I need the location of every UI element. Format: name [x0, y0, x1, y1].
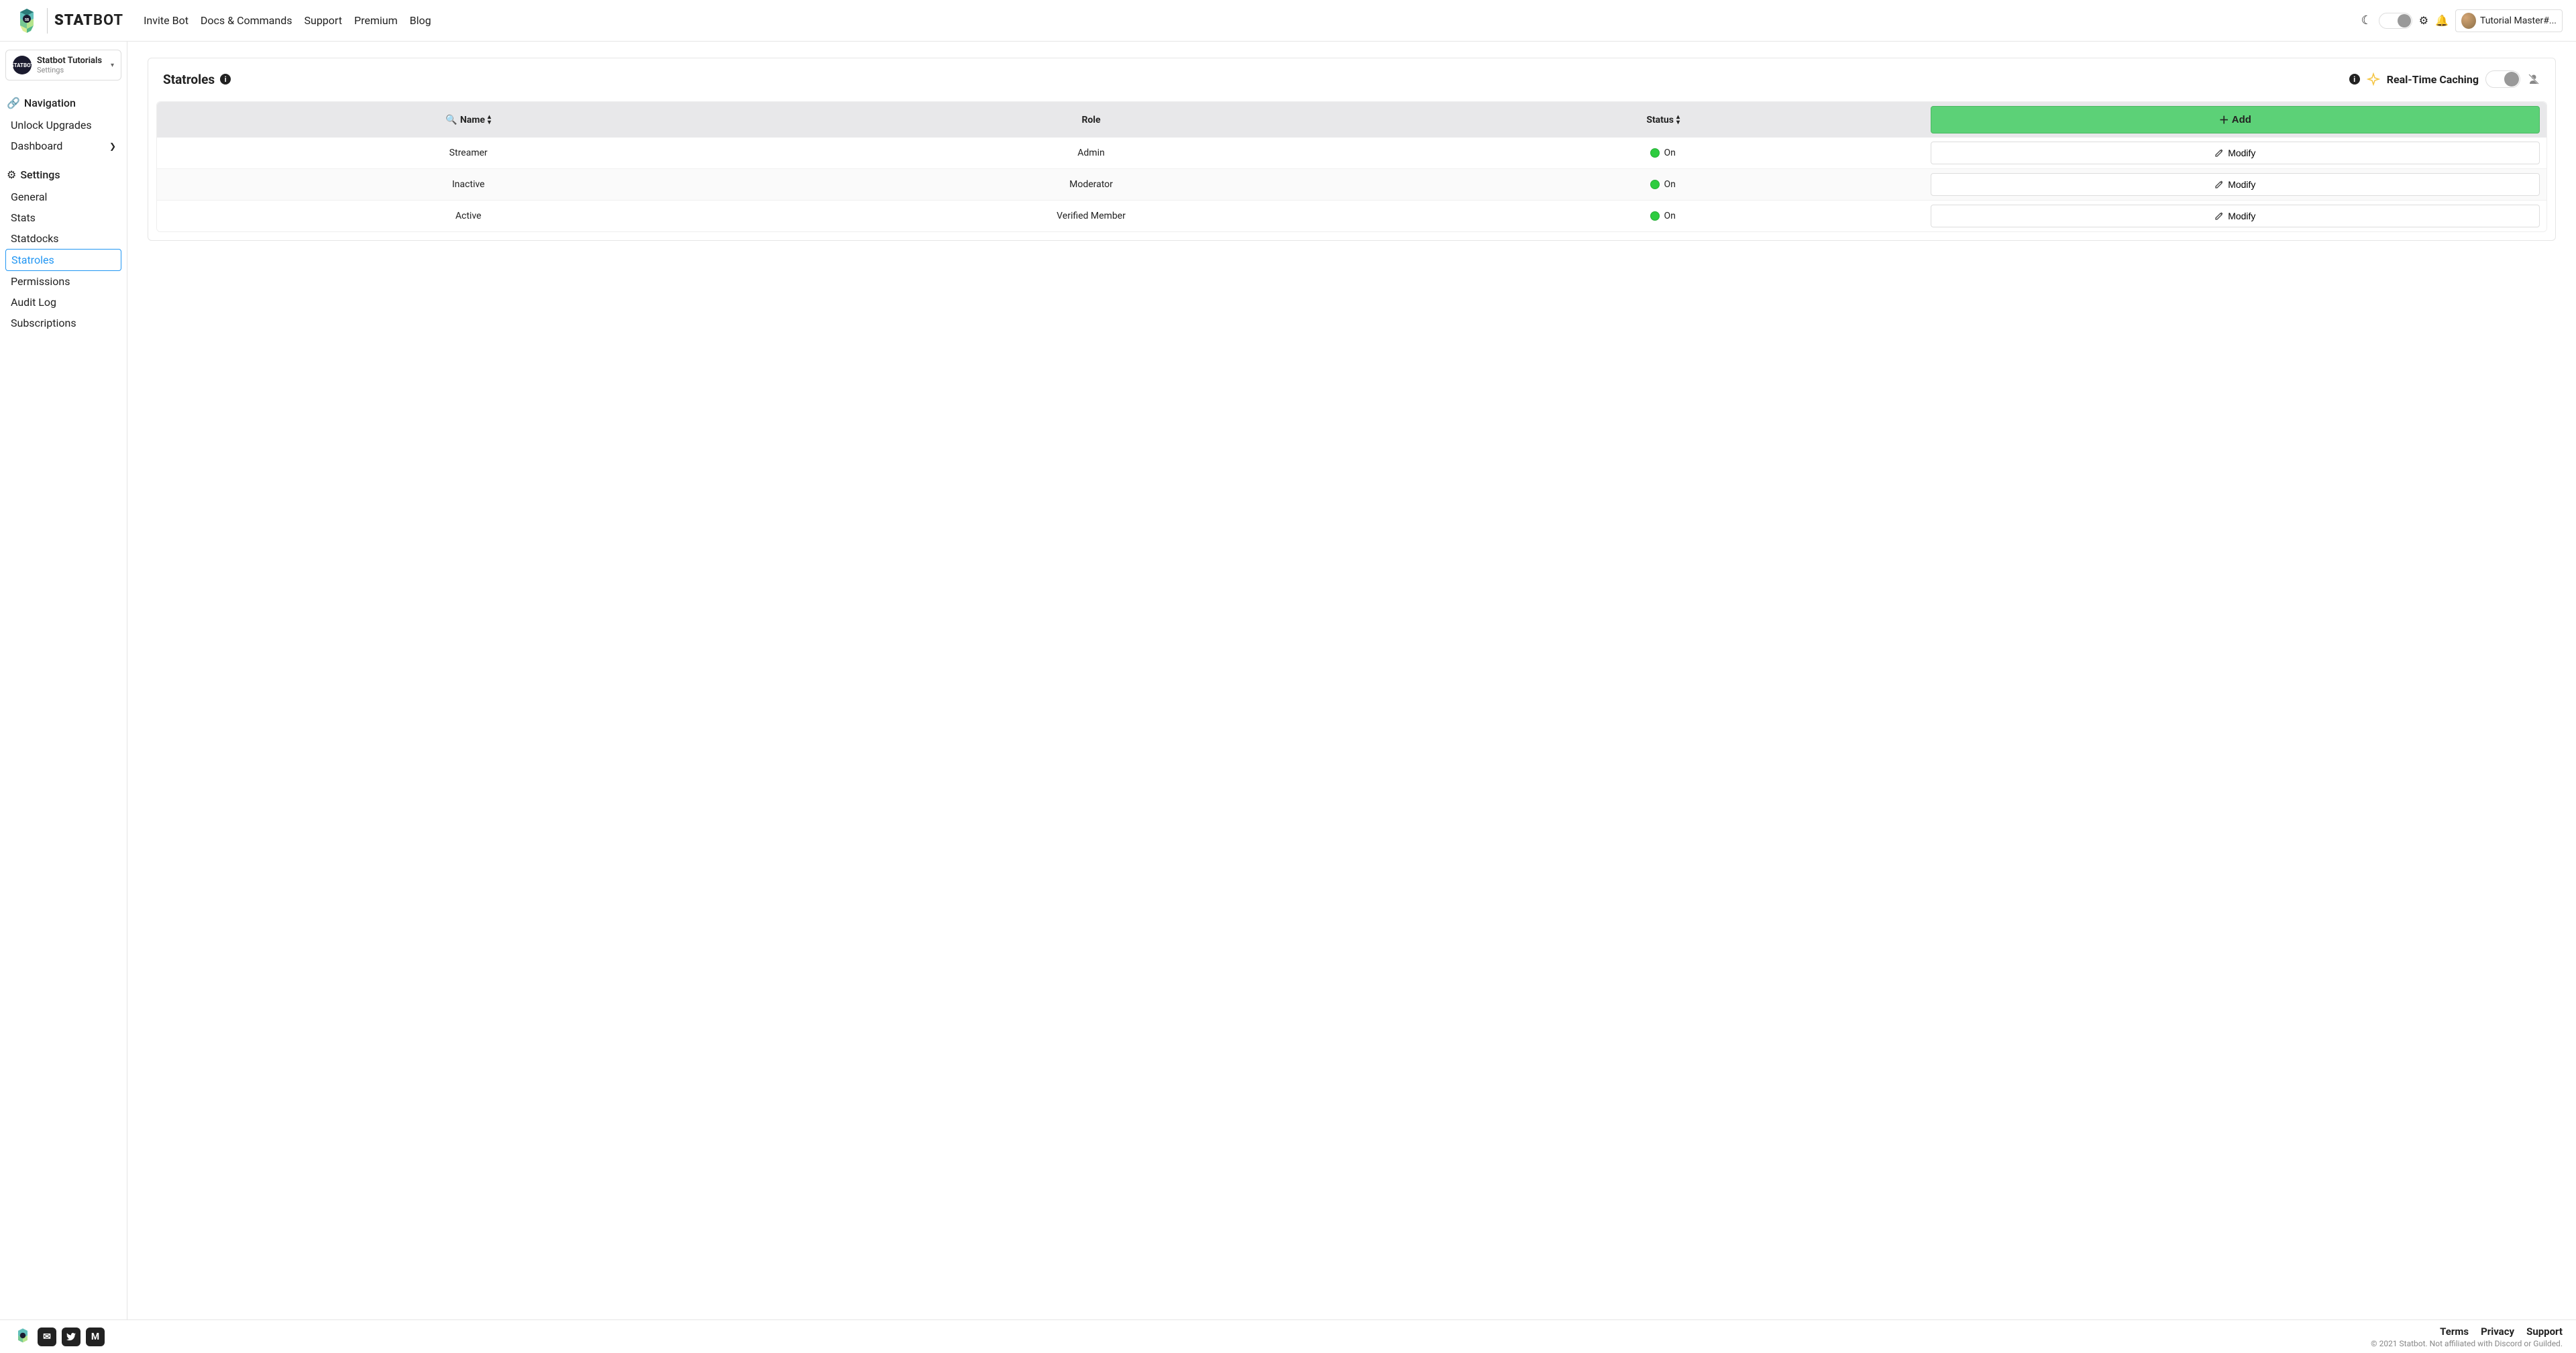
main-content: Statroles i i Real-Time Caching	[127, 42, 2576, 1319]
cell-status: On	[1403, 201, 1924, 231]
col-header-action: ＋ Add	[1924, 102, 2546, 138]
sidebar-item-statdocks[interactable]: Statdocks	[5, 228, 121, 249]
edit-icon	[2214, 180, 2224, 189]
sidebar-item-stats[interactable]: Stats	[5, 207, 121, 228]
caching-toggle[interactable]	[2485, 70, 2520, 88]
status-dot-icon	[1650, 211, 1660, 221]
header-right: ☾ ⚙ 🔔 Tutorial Master#...	[2361, 9, 2563, 32]
nav-invite[interactable]: Invite Bot	[144, 14, 189, 27]
sidebar-item-dashboard[interactable]: Dashboard ❯	[5, 136, 121, 156]
statbot-logo-icon[interactable]	[13, 1328, 32, 1346]
edit-icon	[2214, 148, 2224, 158]
nav-premium[interactable]: Premium	[354, 14, 398, 27]
col-header-name[interactable]: 🔍 Name ▴▾	[157, 102, 780, 138]
search-icon: 🔍	[445, 115, 457, 125]
footer: ✉ M Terms Privacy Support © 2021 Statbot…	[0, 1319, 2576, 1353]
modify-button[interactable]: Modify	[1931, 142, 2540, 164]
cell-status: On	[1403, 138, 1924, 168]
footer-privacy[interactable]: Privacy	[2481, 1325, 2514, 1338]
settings-section-header: ⚙ Settings	[5, 166, 121, 184]
cell-name: Streamer	[157, 138, 780, 168]
brand-logo[interactable]: SB STATBOT	[13, 7, 123, 34]
info-icon[interactable]: i	[2349, 74, 2360, 85]
info-icon[interactable]: i	[220, 74, 231, 85]
page-title: Statroles i	[163, 72, 231, 87]
table-body: Streamer Admin On Modify Inactive Modera…	[157, 138, 2546, 231]
edit-icon	[2214, 211, 2224, 221]
server-selector[interactable]: STATBOT Statbot Tutorials Settings ▾	[5, 50, 121, 80]
add-button[interactable]: ＋ Add	[1931, 106, 2540, 133]
sparkle-icon	[2367, 72, 2380, 86]
theme-toggle[interactable]	[2379, 13, 2412, 29]
bell-icon[interactable]: 🔔	[2435, 14, 2449, 27]
sidebar-item-audit[interactable]: Audit Log	[5, 292, 121, 313]
col-header-status[interactable]: Status ▴▾	[1403, 102, 1924, 138]
svg-text:SB: SB	[25, 18, 29, 22]
statroles-table: 🔍 Name ▴▾ Role Status ▴▾ ＋ Add	[156, 101, 2547, 232]
plus-icon: ＋	[2219, 113, 2229, 127]
nav-docs[interactable]: Docs & Commands	[201, 14, 292, 27]
chevron-right-icon: ❯	[109, 142, 116, 151]
cell-status: On	[1403, 170, 1924, 199]
status-dot-icon	[1650, 180, 1660, 189]
panel-header: Statroles i i Real-Time Caching	[148, 58, 2555, 97]
statbot-logo-icon: SB	[13, 7, 40, 34]
table-row: Streamer Admin On Modify	[157, 138, 2546, 169]
medium-icon[interactable]: M	[86, 1328, 105, 1346]
twitter-icon[interactable]	[62, 1328, 80, 1346]
cell-role: Admin	[780, 138, 1402, 168]
cell-action: Modify	[1924, 138, 2546, 168]
server-icon: STATBOT	[13, 56, 32, 74]
footer-terms[interactable]: Terms	[2440, 1325, 2469, 1338]
top-header: SB STATBOT Invite Bot Docs & Commands Su…	[0, 0, 2576, 42]
cell-role: Moderator	[780, 170, 1402, 199]
sidebar-item-permissions[interactable]: Permissions	[5, 271, 121, 292]
col-header-role: Role	[780, 102, 1402, 138]
user-menu[interactable]: Tutorial Master#...	[2455, 9, 2563, 32]
table-header: 🔍 Name ▴▾ Role Status ▴▾ ＋ Add	[157, 102, 2546, 138]
caching-label: Real-Time Caching	[2387, 73, 2479, 86]
main-nav: Invite Bot Docs & Commands Support Premi…	[144, 14, 431, 27]
table-row: Inactive Moderator On Modify	[157, 169, 2546, 201]
gear-icon: ⚙	[7, 168, 16, 181]
nav-section-header: 🔗 Navigation	[5, 94, 121, 112]
gear-icon[interactable]: ⚙	[2419, 14, 2428, 27]
caret-down-icon: ▾	[111, 62, 114, 69]
sort-icon: ▴▾	[1676, 115, 1680, 125]
sidebar-item-statroles[interactable]: Statroles	[5, 249, 121, 271]
sidebar-item-subscriptions[interactable]: Subscriptions	[5, 313, 121, 333]
link-icon: 🔗	[7, 97, 20, 109]
user-slash-icon[interactable]	[2527, 72, 2540, 86]
server-sub: Settings	[37, 66, 111, 74]
sort-icon: ▴▾	[488, 115, 491, 125]
nav-blog[interactable]: Blog	[410, 14, 431, 27]
cell-name: Active	[157, 201, 780, 231]
nav-support[interactable]: Support	[305, 14, 342, 27]
server-name: Statbot Tutorials	[37, 56, 111, 66]
email-icon[interactable]: ✉	[38, 1328, 56, 1346]
cell-action: Modify	[1924, 201, 2546, 231]
user-name: Tutorial Master#...	[2480, 15, 2557, 26]
table-row: Active Verified Member On Modify	[157, 201, 2546, 231]
status-dot-icon	[1650, 148, 1660, 158]
cell-role: Verified Member	[780, 201, 1402, 231]
brand-name: STATBOT	[54, 12, 123, 29]
logo-divider	[47, 8, 48, 34]
statroles-panel: Statroles i i Real-Time Caching	[148, 58, 2556, 241]
modify-button[interactable]: Modify	[1931, 205, 2540, 227]
avatar	[2461, 13, 2476, 29]
cell-name: Inactive	[157, 170, 780, 199]
footer-copyright: © 2021 Statbot. Not affiliated with Disc…	[2371, 1339, 2563, 1348]
moon-icon: ☾	[2361, 13, 2372, 28]
modify-button[interactable]: Modify	[1931, 173, 2540, 196]
sidebar-item-general[interactable]: General	[5, 186, 121, 207]
footer-support[interactable]: Support	[2526, 1325, 2563, 1338]
cell-action: Modify	[1924, 169, 2546, 200]
sidebar-item-unlock[interactable]: Unlock Upgrades	[5, 115, 121, 136]
sidebar: STATBOT Statbot Tutorials Settings ▾ 🔗 N…	[0, 42, 127, 1319]
